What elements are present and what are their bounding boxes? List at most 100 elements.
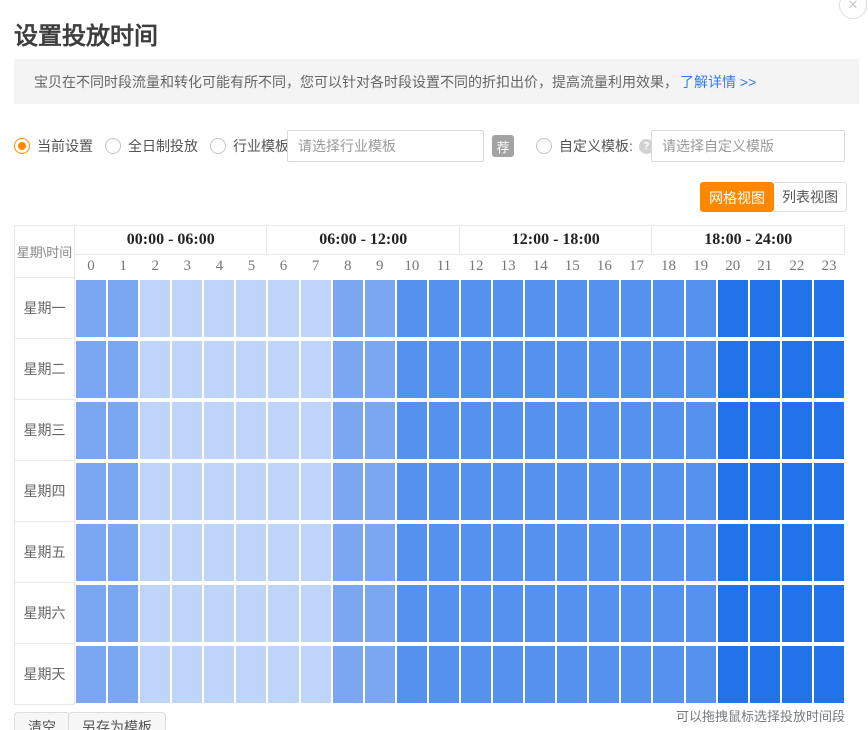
time-cell[interactable] xyxy=(332,583,364,644)
time-cell[interactable] xyxy=(492,400,524,461)
time-cell[interactable] xyxy=(300,339,332,400)
time-cell[interactable] xyxy=(75,461,107,522)
time-cell[interactable] xyxy=(620,339,652,400)
time-cell[interactable] xyxy=(620,583,652,644)
time-cell[interactable] xyxy=(749,278,781,339)
time-cell[interactable] xyxy=(524,644,556,705)
time-cell[interactable] xyxy=(107,339,139,400)
time-cell[interactable] xyxy=(139,400,171,461)
time-cell[interactable] xyxy=(300,461,332,522)
time-cell[interactable] xyxy=(749,339,781,400)
time-cell[interactable] xyxy=(620,400,652,461)
time-cell[interactable] xyxy=(332,461,364,522)
time-cell[interactable] xyxy=(685,400,717,461)
time-cell[interactable] xyxy=(139,339,171,400)
custom-template-input[interactable] xyxy=(651,130,845,162)
time-cell[interactable] xyxy=(235,644,267,705)
time-cell[interactable] xyxy=(460,278,492,339)
time-cell[interactable] xyxy=(332,400,364,461)
time-cell[interactable] xyxy=(813,583,845,644)
time-cell[interactable] xyxy=(364,644,396,705)
time-cell[interactable] xyxy=(107,461,139,522)
time-cell[interactable] xyxy=(396,583,428,644)
time-cell[interactable] xyxy=(652,278,684,339)
time-cell[interactable] xyxy=(107,644,139,705)
time-cell[interactable] xyxy=(139,644,171,705)
time-cell[interactable] xyxy=(203,644,235,705)
time-cell[interactable] xyxy=(492,583,524,644)
time-cell[interactable] xyxy=(588,461,620,522)
time-cell[interactable] xyxy=(300,278,332,339)
time-cell[interactable] xyxy=(75,522,107,583)
time-cell[interactable] xyxy=(332,644,364,705)
time-cell[interactable] xyxy=(524,278,556,339)
time-cell[interactable] xyxy=(717,400,749,461)
time-cell[interactable] xyxy=(267,461,299,522)
time-cell[interactable] xyxy=(203,583,235,644)
time-cell[interactable] xyxy=(460,339,492,400)
time-cell[interactable] xyxy=(620,522,652,583)
time-cell[interactable] xyxy=(556,339,588,400)
grid-view-button[interactable]: 网格视图 xyxy=(700,182,774,212)
time-cell[interactable] xyxy=(235,522,267,583)
time-cell[interactable] xyxy=(171,400,203,461)
time-cell[interactable] xyxy=(364,400,396,461)
time-cell[interactable] xyxy=(428,339,460,400)
time-cell[interactable] xyxy=(139,461,171,522)
time-cell[interactable] xyxy=(492,278,524,339)
time-cell[interactable] xyxy=(171,583,203,644)
time-cell[interactable] xyxy=(717,583,749,644)
time-cell[interactable] xyxy=(652,644,684,705)
time-cell[interactable] xyxy=(717,461,749,522)
radio-custom-template[interactable]: 自定义模板: ? xyxy=(536,130,654,162)
time-cell[interactable] xyxy=(267,583,299,644)
time-cell[interactable] xyxy=(652,339,684,400)
time-cell[interactable] xyxy=(203,278,235,339)
time-cell[interactable] xyxy=(428,278,460,339)
time-cell[interactable] xyxy=(267,339,299,400)
time-cell[interactable] xyxy=(235,400,267,461)
time-cell[interactable] xyxy=(524,461,556,522)
time-cell[interactable] xyxy=(267,400,299,461)
time-cell[interactable] xyxy=(492,644,524,705)
time-cell[interactable] xyxy=(588,278,620,339)
time-cell[interactable] xyxy=(396,461,428,522)
time-cell[interactable] xyxy=(171,278,203,339)
time-cell[interactable] xyxy=(139,522,171,583)
time-cell[interactable] xyxy=(460,583,492,644)
time-cell[interactable] xyxy=(203,400,235,461)
time-cell[interactable] xyxy=(524,400,556,461)
time-cell[interactable] xyxy=(556,583,588,644)
time-cell[interactable] xyxy=(332,522,364,583)
time-cell[interactable] xyxy=(749,644,781,705)
time-cell[interactable] xyxy=(717,278,749,339)
time-cell[interactable] xyxy=(652,461,684,522)
radio-fulltime-delivery[interactable]: 全日制投放 xyxy=(105,130,198,162)
time-cell[interactable] xyxy=(588,400,620,461)
time-cell[interactable] xyxy=(300,583,332,644)
time-cell[interactable] xyxy=(428,522,460,583)
time-cell[interactable] xyxy=(396,278,428,339)
time-cell[interactable] xyxy=(813,278,845,339)
time-cell[interactable] xyxy=(364,278,396,339)
time-cell[interactable] xyxy=(556,522,588,583)
time-cell[interactable] xyxy=(588,339,620,400)
time-cell[interactable] xyxy=(235,339,267,400)
time-cell[interactable] xyxy=(781,461,813,522)
time-cell[interactable] xyxy=(749,400,781,461)
time-cell[interactable] xyxy=(364,522,396,583)
time-cell[interactable] xyxy=(781,583,813,644)
time-cell[interactable] xyxy=(267,522,299,583)
time-cell[interactable] xyxy=(460,400,492,461)
radio-current-settings[interactable]: 当前设置 xyxy=(14,130,93,162)
time-cell[interactable] xyxy=(717,339,749,400)
time-cell[interactable] xyxy=(556,278,588,339)
time-cell[interactable] xyxy=(652,583,684,644)
time-cell[interactable] xyxy=(556,461,588,522)
time-cell[interactable] xyxy=(492,461,524,522)
time-cell[interactable] xyxy=(107,278,139,339)
clear-button[interactable]: 清空 xyxy=(14,712,70,730)
time-cell[interactable] xyxy=(396,644,428,705)
time-cell[interactable] xyxy=(300,522,332,583)
time-cell[interactable] xyxy=(235,278,267,339)
